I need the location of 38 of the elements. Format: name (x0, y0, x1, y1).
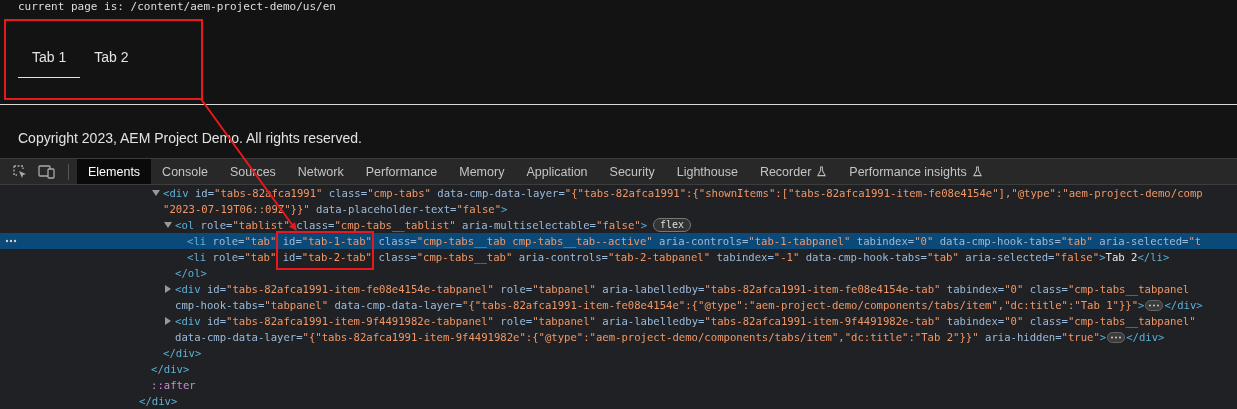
ellipsis-icon[interactable] (1145, 299, 1164, 311)
ellipsis-icon[interactable] (1107, 331, 1126, 343)
devtools-tab[interactable]: Network (286, 159, 355, 184)
code-line: <ol role="tablist" class="cmp-tabs__tablist" aria-multiselectable="false"> (175, 219, 648, 231)
expanded-triangle-icon[interactable] (164, 221, 172, 229)
devtools-tab[interactable]: Application (515, 159, 599, 184)
collapsed-triangle-icon[interactable] (164, 317, 172, 325)
device-toolbar-icon[interactable] (38, 163, 56, 180)
code-line: <li role="tab" id="tab-2-tab" class="cmp-tabs__tab" aria-controls="tab-2-tabpanel" tabindex="-1" data-cmp-hook-tabs="tab" aria-selected="false">Tab 2</li> (187, 251, 1170, 263)
code-line: </ol> (175, 267, 207, 279)
code-line: <div id="tabs-82afca1991-item-fe08e4154e-tabpanel" role="tabpanel" aria-labelledby="tabs-82afca1991-item-fe08e4154e-tab" tabindex="0" class="cmp-tabs__tabpanel (175, 283, 1190, 295)
code-line: data-cmp-data-layer="{"tabs-82afca1991-item-9f4491982e":{"@type":"aem-project-demo/components/tabs/item","dc:title":"Tab 2"}}" aria-hidden="true"> (175, 331, 1107, 343)
code-line: <li role="tab" id="tab-1-tab" class="cmp-tabs__tab cmp-tabs__tab--active" aria-controls="tab-1-tabpanel" tabindex="0" data-cmp-hook-tabs="tab" aria-selected="t (187, 235, 1202, 247)
devtools-tab[interactable]: Recorder (748, 159, 839, 184)
devtools-tab[interactable]: Security (598, 159, 666, 184)
inspect-icon[interactable] (12, 163, 28, 180)
code-line: <div id="tabs-82afca1991-item-9f4491982e-tabpanel" role="tabpanel" aria-labelledby="tabs-82afca1991-item-9f4491982e-tab" tabindex="0" class="cmp-tabs__tabpanel" (175, 315, 1196, 327)
code-line: </div> (1164, 299, 1203, 311)
page-tab[interactable]: Tab 2 (80, 45, 143, 78)
code-line: </div> (151, 363, 190, 375)
expanded-triangle-icon[interactable] (152, 189, 160, 197)
flex-badge[interactable]: flex (653, 218, 692, 232)
code-line: cmp-hook-tabs="tabpanel" data-cmp-data-layer="{"tabs-82afca1991-item-fe08e4154e":{"@type":"aem-project-demo/components/tabs/item","dc:title":"Tab 1"}}"> (175, 299, 1145, 311)
collapsed-triangle-icon[interactable] (164, 285, 172, 293)
devtools-tab[interactable]: Elements (77, 159, 152, 184)
devtools-tab[interactable]: Lighthouse (665, 159, 749, 184)
selected-row[interactable]: <li role="tab" id="tab-1-tab" class="cmp-tabs__tab cmp-tabs__tab--active" aria-controls="tab-1-tabpanel" tabindex="0" data-cmp-hook-tabs="tab" aria-selected="t (0, 233, 1237, 249)
page-path-text: current page is: /content/aem-project-demo/us/en (17, 0, 336, 13)
devtools-tab[interactable]: Performance insights (838, 159, 994, 184)
code-line: ::after (151, 379, 196, 391)
more-icon[interactable] (5, 239, 17, 243)
code-line: </div> (1126, 331, 1165, 343)
devtools-tab[interactable]: Memory (448, 159, 516, 184)
devtools-tab[interactable]: Performance (354, 159, 449, 184)
page-tab[interactable]: Tab 1 (18, 45, 81, 78)
code-line: </div> (139, 395, 178, 407)
devtools-tab[interactable]: Console (151, 159, 219, 184)
code-line: </div> (163, 347, 202, 359)
